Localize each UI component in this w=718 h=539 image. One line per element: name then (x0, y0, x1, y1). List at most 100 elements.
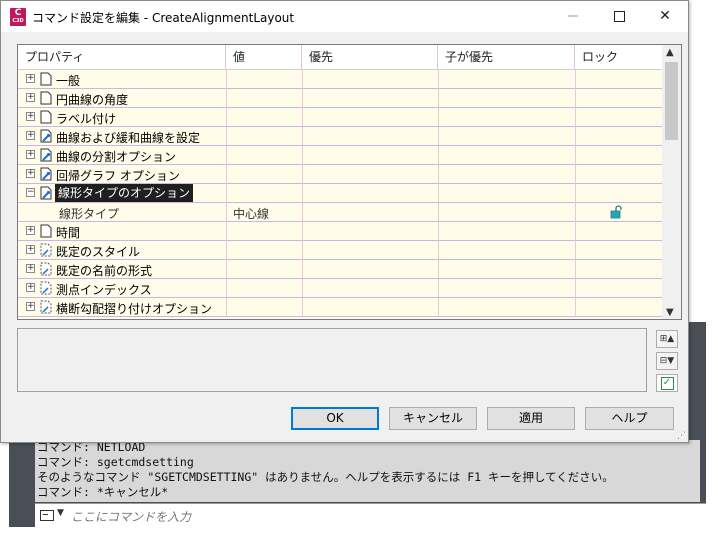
property-category-row[interactable]: + 円曲線の角度 (18, 89, 662, 108)
check-button[interactable]: ✓ (656, 374, 678, 392)
category-label[interactable]: 測点インデックス (56, 281, 152, 298)
maximize-button[interactable] (596, 1, 642, 32)
expand-all-icon: ⊞▲ (659, 334, 675, 344)
cancel-button[interactable]: キャンセル (389, 407, 477, 430)
column-divider (226, 203, 227, 222)
column-divider (302, 184, 303, 203)
expand-all-button[interactable]: ⊞▲ (656, 330, 678, 348)
dashed-page-icon (39, 262, 53, 276)
column-divider (226, 298, 227, 317)
expand-icon[interactable]: + (26, 93, 35, 102)
command-input-placeholder[interactable]: ここにコマンドを入力 (71, 508, 191, 525)
category-label[interactable]: 一般 (56, 72, 80, 89)
property-category-row[interactable]: + 測点インデックス (18, 279, 662, 298)
command-input[interactable]: ▼ ここにコマンドを入力 (35, 503, 706, 527)
expand-icon[interactable]: + (26, 264, 35, 273)
property-category-row[interactable]: + 既定のスタイル (18, 241, 662, 260)
expand-icon[interactable]: + (26, 150, 35, 159)
column-header-value[interactable]: 値 (226, 45, 302, 69)
property-category-row[interactable]: + 曲線および緩和曲線を設定 (18, 127, 662, 146)
column-divider (226, 108, 227, 127)
chevron-down-icon[interactable]: ▼ (57, 508, 64, 518)
property-category-row[interactable]: + 時間 (18, 222, 662, 241)
command-history: コマンド: NETLOAD コマンド: sgetcmdsetting そのような… (35, 440, 700, 502)
minimize-button[interactable] (550, 1, 596, 32)
property-value[interactable]: 中心線 (233, 205, 269, 222)
category-label[interactable]: 線形タイプのオプション (55, 184, 194, 202)
property-grid[interactable]: プロパティ 値 優先 子が優先 ロック + 一般 + 円曲線の角度 + ラベル付け + 曲線お… (17, 44, 682, 320)
column-divider (575, 184, 576, 203)
collapse-all-button[interactable]: ⊟▼ (656, 352, 678, 370)
scrollbar-thumb[interactable] (665, 62, 678, 140)
category-label[interactable]: 既定のスタイル (56, 243, 140, 260)
description-panel (17, 328, 647, 392)
column-header-override[interactable]: 優先 (302, 45, 438, 69)
collapse-icon[interactable]: − (26, 188, 35, 197)
property-category-row[interactable]: + 一般 (18, 70, 662, 89)
column-divider (438, 279, 439, 298)
category-label[interactable]: 曲線の分割オプション (56, 148, 176, 165)
category-label[interactable]: 時間 (56, 224, 80, 241)
page-icon (39, 91, 53, 105)
column-divider (438, 241, 439, 260)
checkbox-icon: ✓ (660, 377, 674, 390)
column-divider (302, 89, 303, 108)
expand-icon[interactable]: + (26, 74, 35, 83)
column-divider (438, 184, 439, 203)
scroll-down-icon[interactable]: ▼ (666, 307, 674, 318)
column-divider (575, 298, 576, 317)
close-button[interactable]: ✕ (642, 1, 688, 32)
expand-icon[interactable]: + (26, 283, 35, 292)
ok-button[interactable]: OK (291, 407, 379, 430)
column-divider (438, 108, 439, 127)
category-label[interactable]: 円曲線の角度 (56, 91, 128, 108)
property-category-row[interactable]: − 線形タイプのオプション (18, 184, 662, 203)
column-divider (226, 89, 227, 108)
category-label[interactable]: 回帰グラフ オプション (56, 167, 180, 184)
expand-icon[interactable]: + (26, 302, 35, 311)
property-category-row[interactable]: + 横断勾配摺り付けオプション (18, 298, 662, 317)
scroll-up-icon[interactable]: ▲ (666, 47, 674, 58)
command-prompt-icon[interactable] (40, 510, 54, 521)
column-divider (302, 165, 303, 184)
category-label[interactable]: 既定の名前の形式 (56, 262, 152, 279)
column-divider (226, 222, 227, 241)
expand-icon[interactable]: + (26, 131, 35, 140)
property-category-row[interactable]: + 曲線の分割オプション (18, 146, 662, 165)
expand-icon[interactable]: + (26, 226, 35, 235)
column-divider (438, 165, 439, 184)
column-divider (302, 127, 303, 146)
resize-grip-icon[interactable]: ⋰ (677, 431, 687, 441)
expand-icon[interactable]: + (26, 245, 35, 254)
column-divider (302, 70, 303, 89)
help-button[interactable]: ヘルプ (585, 407, 674, 430)
column-divider (575, 279, 576, 298)
column-divider (302, 298, 303, 317)
column-header-property[interactable]: プロパティ (18, 45, 226, 69)
property-category-row[interactable]: + 既定の名前の形式 (18, 260, 662, 279)
property-subrow[interactable]: 線形タイプ 中心線 (18, 203, 662, 222)
column-header-child-override[interactable]: 子が優先 (438, 45, 575, 69)
page-wrench-icon (39, 148, 53, 162)
column-divider (575, 146, 576, 165)
apply-button[interactable]: 適用 (487, 407, 575, 430)
unlocked-icon[interactable] (609, 205, 623, 219)
property-category-row[interactable]: + ラベル付け (18, 108, 662, 127)
property-category-row[interactable]: + 回帰グラフ オプション (18, 165, 662, 184)
column-header-lock[interactable]: ロック (575, 45, 662, 69)
expand-icon[interactable]: + (26, 169, 35, 178)
column-divider (226, 184, 227, 203)
expand-icon[interactable]: + (26, 112, 35, 121)
property-label: 線形タイプ (59, 207, 120, 221)
civil3d-app-icon: C C3D (10, 8, 26, 26)
category-label[interactable]: 曲線および緩和曲線を設定 (56, 129, 200, 146)
collapse-all-icon: ⊟▼ (659, 356, 675, 366)
category-label[interactable]: 横断勾配摺り付けオプション (56, 300, 212, 317)
page-wrench-icon (39, 129, 53, 143)
column-divider (226, 241, 227, 260)
column-divider (575, 222, 576, 241)
column-divider (438, 298, 439, 317)
vertical-scrollbar[interactable]: ▲ ▼ (662, 45, 681, 319)
category-label[interactable]: ラベル付け (56, 110, 116, 127)
page-wrench-icon (39, 167, 53, 181)
